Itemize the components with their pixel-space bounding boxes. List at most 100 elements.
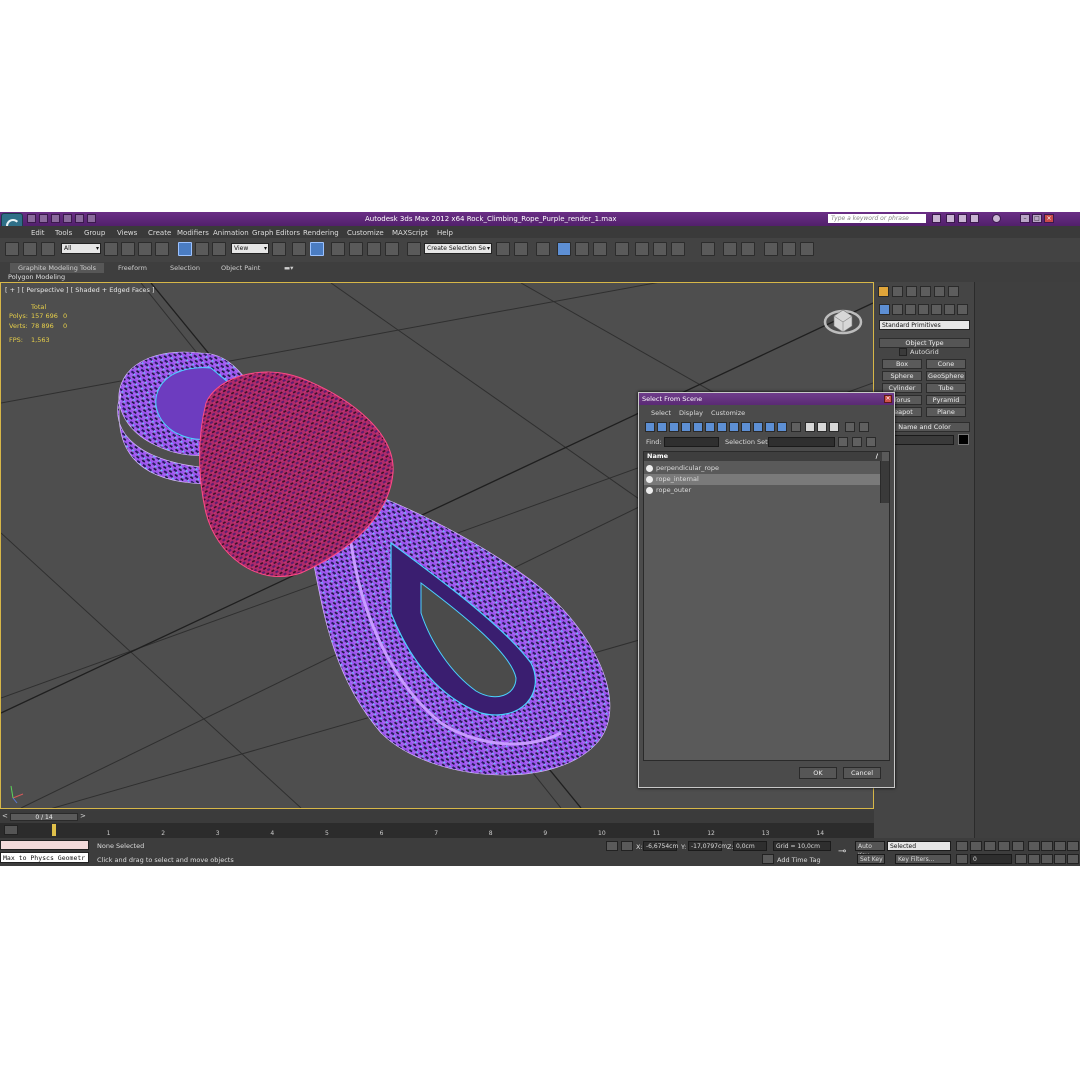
set-key-button[interactable]: Set Key bbox=[857, 854, 885, 864]
display-tab-icon[interactable] bbox=[934, 286, 945, 297]
material-editor-icon[interactable] bbox=[615, 242, 629, 256]
key-mode-dropdown[interactable]: Selected bbox=[887, 841, 951, 851]
search-input[interactable]: Type a keyword or phrase bbox=[828, 214, 926, 223]
object-type-rollout[interactable]: Object Type bbox=[879, 338, 970, 348]
angle-snap-icon[interactable] bbox=[349, 242, 363, 256]
maxscript-listener-field[interactable]: Max to Physcs Geometr bbox=[0, 852, 89, 863]
create-tab-icon[interactable] bbox=[878, 286, 889, 297]
helpers-icon[interactable] bbox=[931, 304, 942, 315]
selection-set-remove-icon[interactable] bbox=[866, 437, 876, 447]
select-by-name-icon[interactable] bbox=[121, 242, 135, 256]
undo-icon[interactable] bbox=[63, 214, 72, 223]
menu-customize[interactable]: Customize bbox=[347, 229, 384, 237]
schematic-view-icon[interactable] bbox=[593, 242, 607, 256]
absolute-mode-icon[interactable] bbox=[621, 841, 633, 851]
layer-manager-icon[interactable] bbox=[536, 242, 550, 256]
cone-button[interactable]: Cone bbox=[926, 359, 966, 369]
menu-views[interactable]: Views bbox=[117, 229, 137, 237]
find-input[interactable] bbox=[664, 437, 719, 447]
window-crossing-icon[interactable] bbox=[155, 242, 169, 256]
previous-frame-icon[interactable] bbox=[970, 841, 982, 851]
plugin-tool-6-icon[interactable] bbox=[800, 242, 814, 256]
filter-groups-icon[interactable] bbox=[717, 422, 727, 432]
autogrid-checkbox[interactable]: AutoGrid bbox=[899, 348, 939, 356]
lights-icon[interactable] bbox=[905, 304, 916, 315]
key-filters-button[interactable]: Key Filters... bbox=[895, 854, 951, 864]
filter-space-warps-icon[interactable] bbox=[705, 422, 715, 432]
select-and-move-icon[interactable] bbox=[178, 242, 192, 256]
menu-tools[interactable]: Tools bbox=[55, 229, 72, 237]
filter-containers-icon[interactable] bbox=[753, 422, 763, 432]
select-all-icon[interactable] bbox=[805, 422, 815, 432]
keyboard-shortcut-override-icon[interactable] bbox=[310, 242, 324, 256]
filter-geometry-icon[interactable] bbox=[645, 422, 655, 432]
selection-set-options-icon[interactable] bbox=[838, 437, 848, 447]
communication-center-icon[interactable] bbox=[958, 214, 967, 223]
filter-hidden-icon[interactable] bbox=[777, 422, 787, 432]
lock-selection-icon[interactable] bbox=[606, 841, 618, 851]
filter-cameras-icon[interactable] bbox=[681, 422, 691, 432]
play-icon[interactable] bbox=[984, 841, 996, 851]
pivot-center-icon[interactable] bbox=[272, 242, 286, 256]
tube-button[interactable]: Tube bbox=[926, 383, 966, 393]
subscription-icon[interactable] bbox=[946, 214, 955, 223]
time-cursor[interactable] bbox=[52, 824, 56, 836]
ok-button[interactable]: OK bbox=[799, 767, 837, 779]
select-and-link-icon[interactable] bbox=[5, 242, 19, 256]
new-file-icon[interactable] bbox=[27, 214, 36, 223]
zoom-extents-all-icon[interactable] bbox=[1067, 841, 1079, 851]
viewport-label[interactable]: [ + ] [ Perspective ] [ Shaded + Edged F… bbox=[5, 286, 155, 294]
rectangular-selection-icon[interactable] bbox=[138, 242, 152, 256]
filter-xrefs-icon[interactable] bbox=[729, 422, 739, 432]
tab-freeform[interactable]: Freeform bbox=[110, 263, 155, 273]
rendered-frame-window-icon[interactable] bbox=[653, 242, 667, 256]
hierarchy-tab-icon[interactable] bbox=[906, 286, 917, 297]
x-coord-field[interactable]: -6,6754cm bbox=[643, 841, 678, 851]
geometry-icon[interactable] bbox=[879, 304, 890, 315]
menu-group[interactable]: Group bbox=[84, 229, 105, 237]
menu-edit[interactable]: Edit bbox=[31, 229, 45, 237]
selection-set-dropdown[interactable] bbox=[768, 437, 835, 447]
plugin-tool-5-icon[interactable] bbox=[782, 242, 796, 256]
menu-rendering[interactable]: Rendering bbox=[303, 229, 339, 237]
favorites-star-icon[interactable] bbox=[970, 214, 979, 223]
primitive-category-dropdown[interactable]: Standard Primitives bbox=[879, 320, 970, 330]
space-warps-icon[interactable] bbox=[944, 304, 955, 315]
filter-helpers-icon[interactable] bbox=[693, 422, 703, 432]
time-configuration-icon[interactable] bbox=[1015, 854, 1027, 864]
dialog-close-button[interactable]: × bbox=[884, 395, 892, 403]
select-none-icon[interactable] bbox=[817, 422, 827, 432]
dialog-menu-display[interactable]: Display bbox=[679, 409, 703, 417]
zoom-extents-icon[interactable] bbox=[1054, 841, 1066, 851]
time-slider[interactable]: 0 / 14 bbox=[10, 813, 78, 821]
maximize-button[interactable]: □ bbox=[1032, 214, 1042, 223]
plugin-tool-4-icon[interactable] bbox=[764, 242, 778, 256]
plane-button[interactable]: Plane bbox=[926, 407, 966, 417]
menu-modifiers[interactable]: Modifiers bbox=[177, 229, 209, 237]
motion-tab-icon[interactable] bbox=[920, 286, 931, 297]
go-to-end-icon[interactable] bbox=[1012, 841, 1024, 851]
edit-named-selection-icon[interactable] bbox=[407, 242, 421, 256]
selection-filter-dropdown[interactable]: All bbox=[61, 243, 101, 254]
y-coord-field[interactable]: -17,0797cm bbox=[688, 841, 727, 851]
filter-funnel-icon[interactable] bbox=[845, 422, 855, 432]
list-scrollbar[interactable] bbox=[880, 461, 889, 503]
mirror-icon[interactable] bbox=[496, 242, 510, 256]
cameras-icon[interactable] bbox=[918, 304, 929, 315]
filter-bones-icon[interactable] bbox=[741, 422, 751, 432]
list-item[interactable]: rope_outer bbox=[644, 485, 882, 496]
list-item[interactable]: perpendicular_rope bbox=[644, 463, 882, 474]
project-folder-icon[interactable] bbox=[87, 214, 96, 223]
key-icon[interactable]: ⊸ bbox=[838, 846, 846, 857]
display-all-icon[interactable] bbox=[791, 422, 801, 432]
systems-icon[interactable] bbox=[957, 304, 968, 315]
reference-coordinate-dropdown[interactable]: View bbox=[231, 243, 269, 254]
minimize-button[interactable]: – bbox=[1020, 214, 1030, 223]
tab-object-paint[interactable]: Object Paint bbox=[213, 263, 268, 273]
percent-snap-icon[interactable] bbox=[367, 242, 381, 256]
save-file-icon[interactable] bbox=[51, 214, 60, 223]
snaps-toggle-icon[interactable] bbox=[331, 242, 345, 256]
select-and-manipulate-icon[interactable] bbox=[292, 242, 306, 256]
unlink-icon[interactable] bbox=[23, 242, 37, 256]
name-column-header[interactable]: Name / bbox=[644, 452, 882, 461]
